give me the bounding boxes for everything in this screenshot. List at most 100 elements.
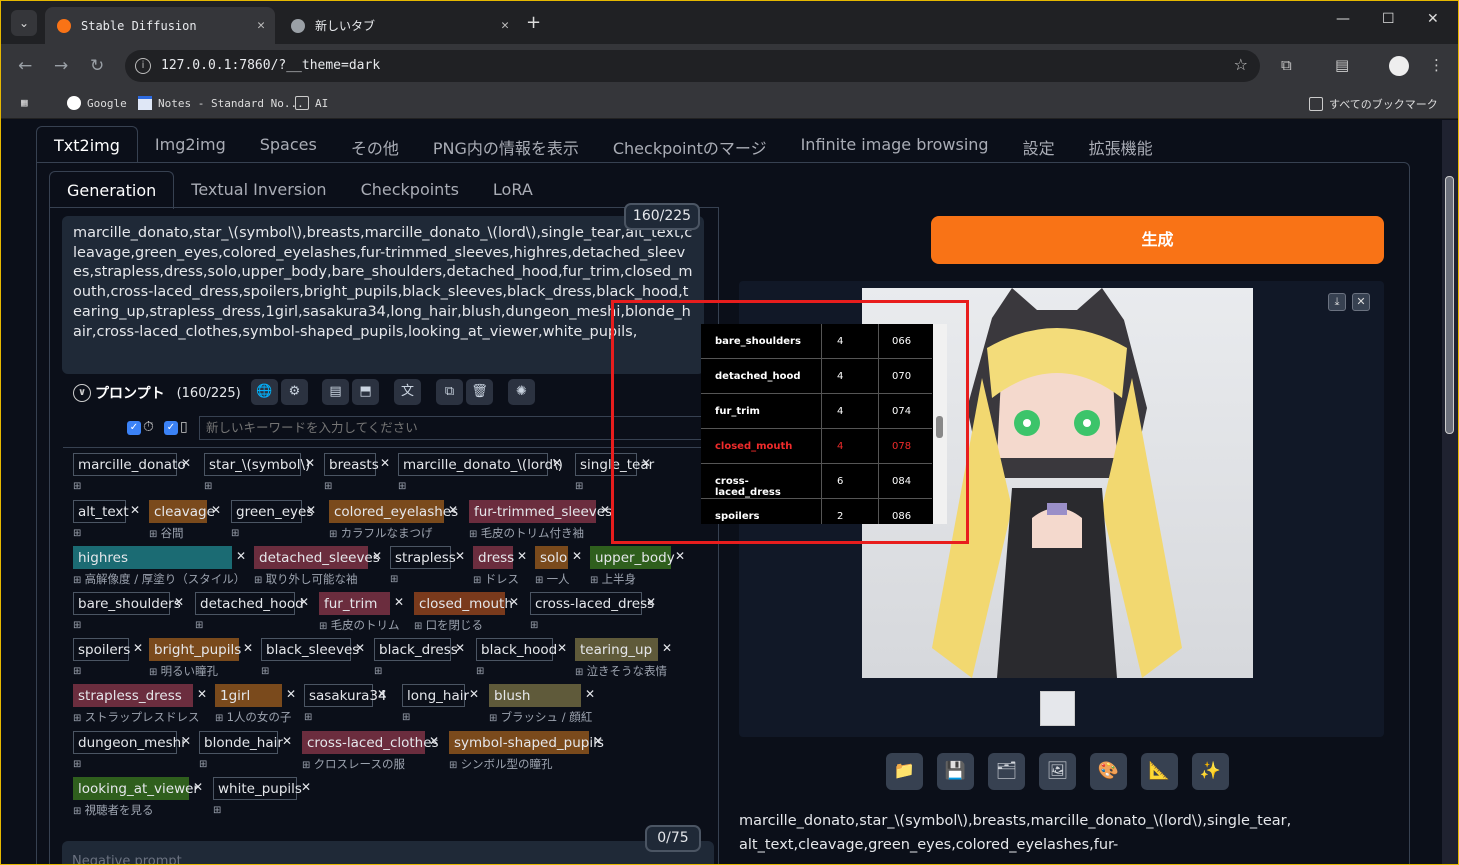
reading-list-icon[interactable]: ▤ [1335, 56, 1349, 74]
folder-icon[interactable]: 📁 [886, 753, 923, 790]
remove-tag-icon[interactable]: ✕ [299, 595, 309, 609]
prompt-tag[interactable]: black_dress [374, 638, 458, 661]
prompt-tag[interactable]: alt_text [73, 500, 129, 523]
bookmark-notes[interactable]: Notes - Standard No... [138, 96, 304, 110]
prompt-tag[interactable]: 1girl [215, 684, 282, 707]
address-bar[interactable]: i 127.0.0.1:7860/?__theme=dark ☆ [125, 50, 1260, 82]
prompt-tag[interactable]: black_hood [476, 638, 557, 661]
copy-icon[interactable]: ⧉ [436, 379, 463, 405]
prompt-tag[interactable]: solo [535, 546, 568, 569]
remove-tag-icon[interactable]: ✕ [448, 503, 458, 517]
prompt-textarea[interactable]: marcille_donato,star_\(symbol\),breasts,… [62, 216, 704, 374]
remove-tag-icon[interactable]: ✕ [174, 595, 184, 609]
prompt-tag[interactable]: cross-laced_dress [530, 592, 654, 615]
negative-prompt-textarea[interactable]: Negative prompt [62, 841, 714, 864]
prompt-tag[interactable]: bright_pupils [149, 638, 241, 661]
all-bookmarks[interactable]: すべてのブックマーク [1309, 96, 1438, 112]
close-tab-icon[interactable]: ✕ [257, 18, 265, 33]
prompt-tag[interactable]: marcille_donato_\(lord\) [398, 453, 563, 476]
prompt-tag[interactable]: detached_hood [195, 592, 304, 615]
bookmark-google[interactable]: Google [67, 96, 127, 110]
remove-tag-icon[interactable]: ✕ [646, 595, 656, 609]
tab-spaces[interactable]: Spaces [243, 126, 334, 162]
avatar[interactable] [1389, 56, 1409, 76]
tab-infinite-image-browsing[interactable]: Infinite image browsing [784, 126, 1006, 162]
tab-generation[interactable]: Generation [49, 171, 175, 209]
favorite-icon[interactable]: ⬒ [352, 379, 379, 405]
remove-tag-icon[interactable]: ✕ [286, 687, 296, 701]
remove-tag-icon[interactable]: ✕ [133, 641, 143, 655]
tab-txt2img[interactable]: Txt2img [36, 126, 138, 162]
prompt-tag[interactable]: highres [73, 546, 232, 569]
prompt-tag[interactable]: breasts [324, 453, 379, 476]
remove-tag-icon[interactable]: ✕ [305, 456, 315, 470]
prompt-tag[interactable]: bare_shoulders [73, 592, 181, 615]
browser-tab-stable-diffusion[interactable]: Stable Diffusion ✕ [45, 7, 275, 44]
remove-tag-icon[interactable]: ✕ [236, 549, 246, 563]
gallery-thumbnail[interactable] [1040, 691, 1075, 726]
openai-icon[interactable]: ✺ [508, 379, 535, 405]
tab-other[interactable]: その他 [334, 126, 416, 162]
bookmark-ai-folder[interactable]: AI [295, 96, 328, 110]
remove-tag-icon[interactable]: ✕ [197, 687, 207, 701]
prompt-tag[interactable]: long_hair [402, 684, 469, 707]
prompt-section-title[interactable]: ∨ プロンプト (160/225) [73, 383, 241, 403]
remove-tag-icon[interactable]: ✕ [600, 503, 610, 517]
remove-tag-icon[interactable]: ✕ [455, 641, 465, 655]
prompt-tag[interactable]: blush [489, 684, 581, 707]
remove-tag-icon[interactable]: ✕ [662, 641, 672, 655]
prompt-tag[interactable]: strapless [390, 546, 456, 569]
close-image-icon[interactable]: ✕ [1352, 293, 1370, 311]
menu-icon[interactable]: ⋮ [1429, 56, 1444, 74]
remove-tag-icon[interactable]: ✕ [455, 549, 465, 563]
minimize-icon[interactable]: — [1336, 11, 1350, 27]
ruler-icon[interactable]: 📐 [1141, 753, 1178, 790]
prompt-tag[interactable]: fur_trim [319, 592, 390, 615]
prompt-tag[interactable]: looking_at_viewer [73, 777, 199, 800]
remove-tag-icon[interactable]: ✕ [301, 780, 311, 794]
bookmark-star-icon[interactable]: ☆ [1234, 55, 1248, 74]
tab-checkpoints[interactable]: Checkpoints [344, 171, 476, 209]
remove-tag-icon[interactable]: ✕ [469, 687, 479, 701]
new-tab-icon[interactable]: + [526, 12, 541, 33]
globe-icon[interactable]: 🌐 [251, 379, 278, 405]
prompt-tag[interactable]: blonde_hair [199, 731, 283, 754]
tab-extensions[interactable]: 拡張機能 [1072, 126, 1170, 162]
tab-img2img[interactable]: Img2img [138, 126, 243, 162]
maximize-icon[interactable]: ☐ [1382, 11, 1395, 27]
remove-tag-icon[interactable]: ✕ [355, 641, 365, 655]
remove-tag-icon[interactable]: ✕ [552, 456, 562, 470]
trash-icon[interactable]: 🗑 [466, 379, 493, 405]
prompt-tag[interactable]: colored_eyelashes [329, 500, 458, 523]
prompt-tag[interactable]: sasakura34 [304, 684, 387, 707]
remove-tag-icon[interactable]: ✕ [675, 549, 685, 563]
tab-checkpoint-merge[interactable]: Checkpointのマージ [596, 126, 784, 162]
reload-icon[interactable]: ↻ [90, 56, 104, 76]
remove-tag-icon[interactable]: ✕ [380, 456, 390, 470]
prompt-tag[interactable]: upper_body [590, 546, 675, 569]
prompt-tag[interactable]: green_eyes [231, 500, 313, 523]
palette-icon[interactable]: 🎨 [1090, 753, 1127, 790]
remove-tag-icon[interactable]: ✕ [557, 641, 567, 655]
remove-tag-icon[interactable]: ✕ [593, 734, 603, 748]
prompt-tag[interactable]: marcille_donato [73, 453, 186, 476]
remove-tag-icon[interactable]: ✕ [282, 734, 292, 748]
remove-tag-icon[interactable]: ✕ [572, 549, 582, 563]
tab-search-icon[interactable]: ⌄ [11, 10, 37, 36]
translate-icon[interactable]: 文 [394, 379, 421, 405]
page-scroll-thumb[interactable] [1445, 176, 1454, 434]
prompt-tag[interactable]: dungeon_meshi [73, 731, 185, 754]
prompt-tag[interactable]: fur-trimmed_sleeves [469, 500, 612, 523]
zip-icon[interactable]: 🗂 [988, 753, 1025, 790]
remove-tag-icon[interactable]: ✕ [394, 595, 404, 609]
remove-tag-icon[interactable]: ✕ [585, 687, 595, 701]
checkbox-icon[interactable]: ✓ [164, 421, 178, 435]
prompt-tag[interactable]: star_\(symbol\) [204, 453, 310, 476]
extensions-icon[interactable]: ⧉ [1281, 56, 1292, 74]
checkbox-icon[interactable]: ✓ [127, 421, 141, 435]
prompt-tag[interactable]: cross-laced_clothes [302, 731, 439, 754]
browser-tab-new[interactable]: 新しいタブ ✕ [279, 7, 519, 44]
prompt-tag[interactable]: detached_sleeves [254, 546, 380, 569]
remove-tag-icon[interactable]: ✕ [509, 595, 519, 609]
remove-tag-icon[interactable]: ✕ [372, 549, 382, 563]
